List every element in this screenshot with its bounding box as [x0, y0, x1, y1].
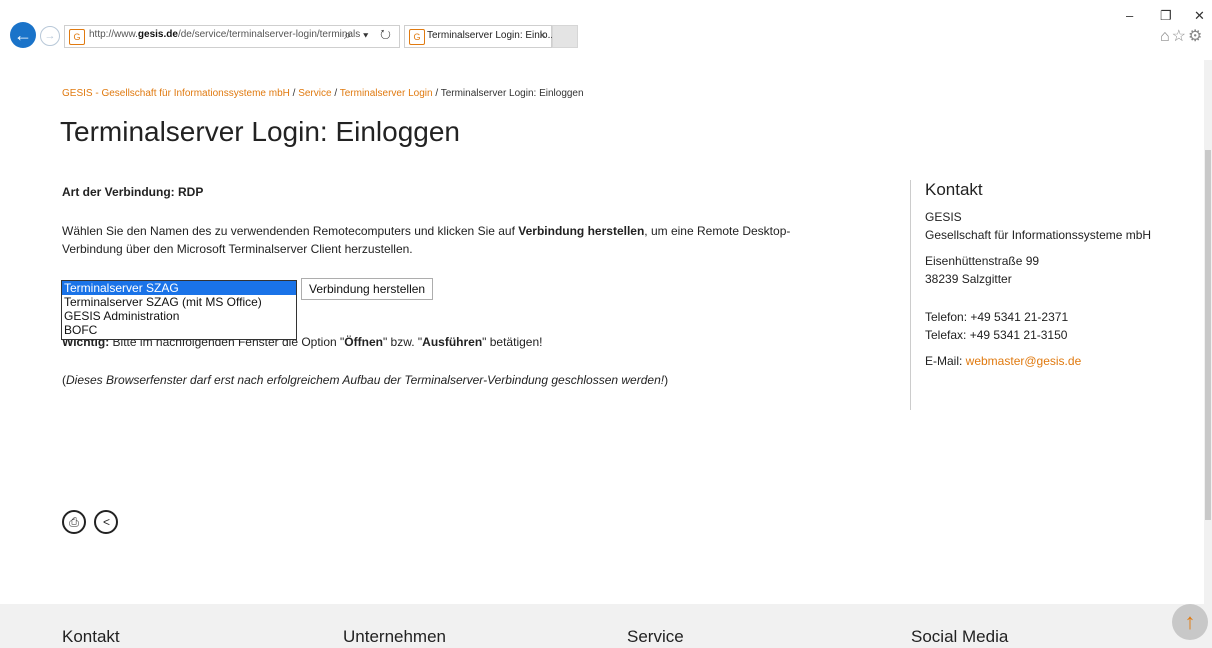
sidebar-street: Eisenhüttenstraße 99 [925, 254, 1040, 268]
server-select-list[interactable]: Terminalserver SZAG Terminalserver SZAG … [61, 280, 297, 340]
connect-button[interactable]: Verbindung herstellen [301, 278, 434, 300]
back-button[interactable]: ← [10, 22, 36, 48]
sidebar-phone: Telefon: +49 5341 21-2371 [925, 310, 1069, 324]
sidebar-org-name: GESIS [925, 210, 962, 224]
browser-tab[interactable]: G Terminalserver Login: Einlo... × [404, 25, 556, 48]
home-favorites-settings-icons[interactable]: ⌂☆⚙ [1160, 26, 1204, 46]
address-bar[interactable]: G http://www.gesis.de/de/service/termina… [64, 25, 400, 48]
instruction-text: Wählen Sie den Namen des zu verwendenden… [62, 224, 791, 256]
breadcrumb-link-service[interactable]: Service [298, 88, 331, 99]
contact-sidebar: Kontakt GESIS Gesellschaft für Informati… [910, 180, 1205, 410]
sidebar-email: E-Mail: webmaster@gesis.de [925, 354, 1082, 368]
sidebar-city: 38239 Salzgitter [925, 272, 1012, 286]
minimize-icon[interactable]: – [1126, 8, 1133, 23]
arrow-right-icon: → [44, 30, 56, 42]
page-title: Terminalserver Login: Einloggen [60, 116, 460, 147]
sidebar-org-full: Gesellschaft für Informationssysteme mbH [925, 228, 1152, 242]
breadcrumb-link-terminalserver[interactable]: Terminalserver Login [340, 88, 433, 99]
address-url[interactable]: http://www.gesis.de/de/service/terminals… [89, 29, 360, 40]
site-favicon-icon: G [69, 29, 85, 45]
arrow-up-icon: ↑ [1184, 609, 1196, 634]
back-to-top-button[interactable]: ↑ [1172, 604, 1208, 640]
server-option[interactable]: BOFC [62, 323, 296, 337]
restore-icon[interactable]: ❐ [1160, 8, 1172, 24]
footer: Kontakt Unternehmen Service Social Media [0, 604, 1204, 648]
server-option[interactable]: Terminalserver SZAG [62, 281, 296, 295]
server-option[interactable]: GESIS Administration [62, 309, 296, 323]
forward-button[interactable]: → [40, 26, 60, 46]
server-option[interactable]: Terminalserver SZAG (mit MS Office) [62, 295, 296, 309]
new-tab-button[interactable] [552, 25, 578, 48]
print-icon[interactable]: ⎙ [62, 510, 86, 534]
vertical-scrollbar[interactable] [1204, 60, 1212, 648]
tab-title: Terminalserver Login: Einlo... [427, 30, 556, 41]
scrollbar-thumb[interactable] [1205, 150, 1211, 520]
share-icon[interactable]: < [94, 510, 119, 534]
tab-close-icon[interactable]: × [539, 28, 546, 42]
email-link[interactable]: webmaster@gesis.de [966, 354, 1082, 368]
arrow-left-icon: ← [14, 25, 32, 45]
footer-heading-service: Service [627, 627, 684, 646]
address-search-refresh-icons[interactable]: ⌕ ▾ ↻ [344, 27, 395, 43]
breadcrumb: GESIS - Gesellschaft für Informationssys… [62, 88, 584, 99]
breadcrumb-link-home[interactable]: GESIS - Gesellschaft für Informationssys… [62, 88, 290, 99]
sidebar-fax: Telefax: +49 5341 21-3150 [925, 328, 1068, 342]
page-actions: ⎙ < [62, 510, 122, 534]
footer-heading-social-media: Social Media [911, 627, 1009, 646]
close-window-icon[interactable]: ✕ [1194, 8, 1205, 24]
footer-heading-unternehmen: Unternehmen [343, 627, 447, 646]
connection-type-label: Art der Verbindung: RDP [62, 185, 204, 199]
browser-close-note: (Dieses Browserfenster darf erst nach er… [62, 373, 669, 387]
tab-favicon-icon: G [409, 29, 425, 45]
breadcrumb-current: Terminalserver Login: Einloggen [440, 88, 584, 99]
sidebar-heading: Kontakt [925, 180, 983, 199]
footer-heading-kontakt: Kontakt [62, 627, 120, 646]
